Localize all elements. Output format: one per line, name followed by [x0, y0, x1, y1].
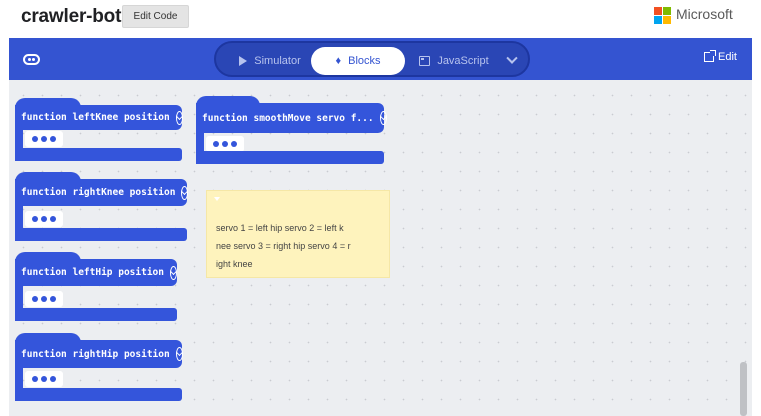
block-label: function leftHip position: [21, 267, 164, 278]
block-label: function rightHip position: [21, 348, 170, 360]
expand-params-icon[interactable]: [175, 347, 183, 361]
settings-icon[interactable]: [23, 54, 40, 65]
javascript-icon: [419, 56, 431, 66]
editor-switcher: Simulator ♦ Blocks JavaScript: [214, 41, 530, 77]
more-languages-button[interactable]: [500, 47, 524, 75]
block-body-dots: [25, 131, 63, 147]
block-footer: [15, 388, 182, 401]
play-icon: [239, 56, 248, 66]
block-label: function leftKnee position: [21, 112, 170, 123]
microsoft-logo-icon: [654, 7, 671, 24]
block-header: function leftHip position: [15, 259, 177, 286]
comment-text[interactable]: servo 1 = left hip servo 2 = left k nee …: [216, 219, 386, 273]
block-label: function rightKnee position: [21, 187, 176, 198]
edit-button[interactable]: Edit: [704, 50, 737, 63]
tab-javascript[interactable]: JavaScript: [408, 47, 500, 75]
block-header: function rightKnee position: [15, 179, 189, 206]
block-label: function smoothMove servo f...: [202, 112, 374, 124]
workspace-scrollbar[interactable]: [740, 362, 747, 416]
workspace-comment[interactable]: servo 1 = left hip servo 2 = left k nee …: [206, 190, 390, 278]
edit-label: Edit: [718, 51, 737, 63]
collapse-comment-icon[interactable]: [214, 197, 220, 201]
block-body-dots: [25, 371, 63, 387]
block-body-dots: [206, 136, 244, 152]
tab-label: JavaScript: [437, 55, 489, 67]
chevron-down-icon: [506, 52, 518, 64]
editor-toolbar: Simulator ♦ Blocks JavaScript Edit: [9, 38, 752, 80]
expand-params-icon[interactable]: [175, 110, 183, 125]
tab-simulator[interactable]: Simulator: [228, 47, 312, 75]
tab-label: Blocks: [348, 55, 381, 67]
tab-label: Simulator: [254, 55, 301, 67]
external-link-icon: [704, 50, 716, 62]
app-root: crawler-bot Edit Code Microsoft Simulato…: [0, 0, 761, 416]
top-header: crawler-bot Edit Code Microsoft: [0, 0, 761, 38]
expand-params-icon[interactable]: [170, 265, 177, 280]
block-header: function rightHip position: [15, 340, 183, 368]
block-body-dots: [25, 211, 63, 227]
block-footer: [15, 308, 177, 321]
brand-label: Microsoft: [676, 6, 733, 22]
puzzle-icon: ♦: [335, 54, 342, 67]
block-footer: [15, 148, 182, 161]
block-body-dots: [25, 291, 63, 307]
block-header: function smoothMove servo f...: [196, 103, 387, 133]
block-footer: [196, 151, 384, 164]
edit-code-button[interactable]: Edit Code: [122, 5, 189, 28]
block-footer: [15, 228, 187, 241]
expand-params-icon[interactable]: [379, 111, 387, 125]
project-title: crawler-bot: [21, 6, 122, 27]
tab-blocks[interactable]: ♦ Blocks: [311, 47, 405, 75]
block-header: function leftKnee position: [15, 105, 183, 130]
